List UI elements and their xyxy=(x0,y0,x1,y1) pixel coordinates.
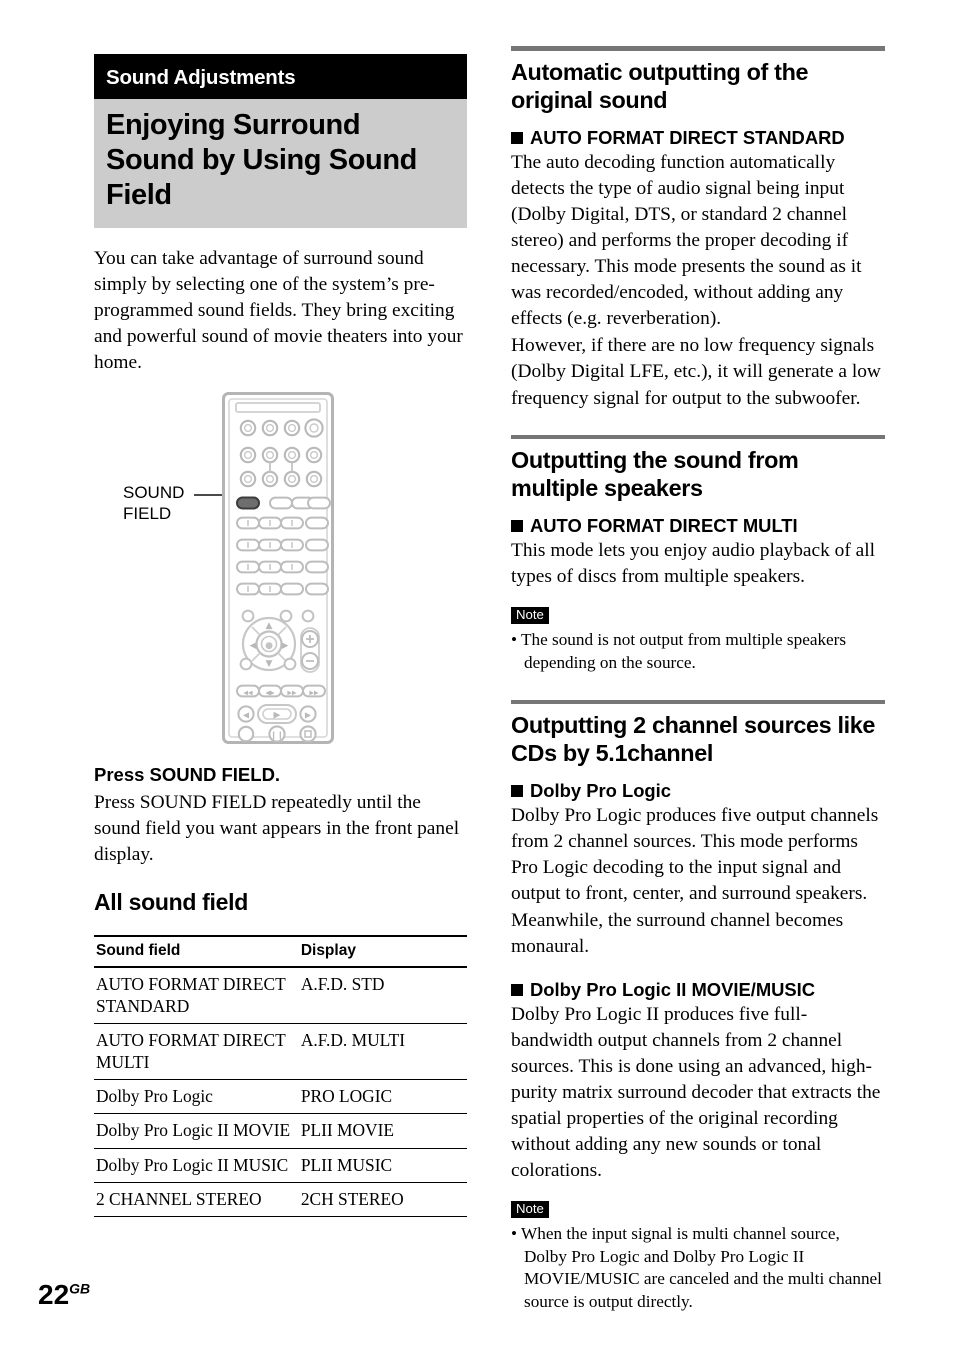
note-badge: Note xyxy=(511,606,549,625)
table-row: Dolby Pro Logic II MOVIE PLII MOVIE xyxy=(94,1113,467,1149)
cell-display: A.F.D. STD xyxy=(298,966,467,1025)
section-title: Automatic outputting of the original sou… xyxy=(511,58,809,113)
mode-heading-label: Dolby Pro Logic xyxy=(530,780,672,802)
press-sound-field-body: Press SOUND FIELD repeatedly until the s… xyxy=(94,792,460,866)
note-block: Note • The sound is not output from mult… xyxy=(511,606,885,674)
svg-text:◀: ◀ xyxy=(250,641,257,651)
remote-control-figure: SOUND FIELD ▲ ▼ ◀ ▶ ● ◀◀ ◀▶ ▶▶ ▶▶ ◀ ▶ ▶ … xyxy=(94,392,467,745)
section-rule xyxy=(511,434,885,440)
section-multiple-speakers: Outputting the sound from multiple speak… xyxy=(511,434,885,675)
column-header-sound-field: Sound field xyxy=(94,934,299,968)
chapter-title: Sound Adjustments xyxy=(106,66,296,89)
section-rule xyxy=(511,699,885,704)
sound-field-table: Sound field Display AUTO FORMAT DIRECT S… xyxy=(94,934,467,1217)
svg-text:◀◀: ◀◀ xyxy=(243,690,253,697)
mode-heading-secondary: Dolby Pro Logic II MOVIE/MUSIC xyxy=(511,979,885,1001)
bullet-square-icon xyxy=(511,983,523,996)
bullet-square-icon xyxy=(511,520,523,533)
note-item: • The sound is not output from multiple … xyxy=(511,630,847,672)
mode-heading: AUTO FORMAT DIRECT MULTI xyxy=(511,515,885,537)
table-header-row: Sound field Display xyxy=(94,934,467,968)
bullet-square-icon xyxy=(511,131,523,144)
bullet-square-icon xyxy=(511,785,523,798)
table-row: 2 CHANNEL STEREO 2CH STEREO xyxy=(94,1182,467,1217)
note-badge: Note xyxy=(511,1200,549,1219)
press-sound-field-heading: Press SOUND FIELD. xyxy=(94,764,281,786)
section-title: Outputting the sound from multiple speak… xyxy=(511,447,799,502)
section-paragraph: Dolby Pro Logic produces five output cha… xyxy=(511,805,879,957)
page-title: Enjoying Surround Sound by Using Sound F… xyxy=(106,108,417,212)
cell-sound-field: Dolby Pro Logic xyxy=(94,1079,299,1115)
column-header-display: Display xyxy=(298,934,467,968)
table-row: AUTO FORMAT DIRECT STANDARD A.F.D. STD xyxy=(94,966,467,1025)
svg-text:▲: ▲ xyxy=(266,621,273,631)
svg-text:◀: ◀ xyxy=(243,711,250,720)
section-paragraph: The auto decoding function automatically… xyxy=(511,151,862,330)
section-title: Outputting 2 channel sources like CDs by… xyxy=(511,712,876,767)
page-number: 22GB xyxy=(38,1281,90,1309)
callout-line-2: FIELD xyxy=(123,503,172,523)
cell-sound-field: Dolby Pro Logic II MOVIE xyxy=(94,1113,299,1149)
page-number-value: 22 xyxy=(38,1279,70,1310)
manual-page: Sound Adjustments Enjoying Surround Soun… xyxy=(0,0,954,1352)
svg-text:▶▶: ▶▶ xyxy=(309,690,319,697)
remote-control-illustration: ▲ ▼ ◀ ▶ ● ◀◀ ◀▶ ▶▶ ▶▶ ◀ ▶ ▶ ❙❙ xyxy=(222,392,334,745)
mode-heading-label: AUTO FORMAT DIRECT STANDARD xyxy=(530,126,845,148)
mode-heading: AUTO FORMAT DIRECT STANDARD xyxy=(511,127,885,149)
section-automatic-outputting: Automatic outputting of the original sou… xyxy=(511,46,885,412)
cell-display: PRO LOGIC xyxy=(298,1079,467,1115)
cell-display: PLII MOVIE xyxy=(298,1113,467,1149)
svg-text:▶: ▶ xyxy=(274,711,281,721)
chapter-banner: Sound Adjustments xyxy=(94,54,467,99)
intro-paragraph: You can take advantage of surround sound… xyxy=(94,247,463,373)
cell-sound-field: AUTO FORMAT DIRECT STANDARD xyxy=(94,966,299,1025)
mode-heading-label: AUTO FORMAT DIRECT MULTI xyxy=(530,515,798,537)
mode-heading: Dolby Pro Logic xyxy=(511,780,885,802)
table-row: Dolby Pro Logic PRO LOGIC xyxy=(94,1079,467,1115)
cell-display: PLII MUSIC xyxy=(298,1148,467,1183)
sound-field-callout-label: SOUND FIELD xyxy=(123,483,184,524)
all-sound-field-heading: All sound field xyxy=(94,889,248,916)
svg-text:▶: ▶ xyxy=(305,711,312,720)
cell-sound-field: 2 CHANNEL STEREO xyxy=(94,1182,299,1217)
svg-text:◀▶: ◀▶ xyxy=(265,690,275,697)
svg-text:❙❙: ❙❙ xyxy=(270,731,283,740)
callout-line-1: SOUND xyxy=(123,483,185,503)
cell-display: 2CH STEREO xyxy=(298,1182,467,1217)
note-block: Note • When the input signal is multi ch… xyxy=(511,1200,885,1313)
table-row: Dolby Pro Logic II MUSIC PLII MUSIC xyxy=(94,1148,467,1183)
cell-sound-field: AUTO FORMAT DIRECT MULTI xyxy=(94,1023,299,1081)
title-banner: Enjoying Surround Sound by Using Sound F… xyxy=(94,98,467,228)
cell-display: A.F.D. MULTI xyxy=(298,1023,467,1081)
mode-heading-label: Dolby Pro Logic II MOVIE/MUSIC xyxy=(530,978,816,1000)
section-paragraph: This mode lets you enjoy audio playback … xyxy=(511,540,876,588)
left-column: Sound Adjustments Enjoying Surround Soun… xyxy=(94,54,467,1217)
svg-text:▼: ▼ xyxy=(266,659,273,669)
page-region-suffix: GB xyxy=(69,1280,91,1297)
section-2channel-sources: Outputting 2 channel sources like CDs by… xyxy=(511,699,885,1314)
section-rule xyxy=(511,46,885,51)
note-item: • When the input signal is multi channel… xyxy=(511,1224,882,1311)
cell-sound-field: Dolby Pro Logic II MUSIC xyxy=(94,1148,299,1183)
sound-field-button xyxy=(236,496,331,510)
table-row: AUTO FORMAT DIRECT MULTI A.F.D. MULTI xyxy=(94,1023,467,1081)
section-paragraph: However, if there are no low frequency s… xyxy=(511,335,881,409)
right-column: Automatic outputting of the original sou… xyxy=(511,46,885,1314)
svg-text:▶▶: ▶▶ xyxy=(287,690,297,697)
svg-text:▶: ▶ xyxy=(282,641,289,651)
svg-text:●: ● xyxy=(265,641,273,651)
section-paragraph: Dolby Pro Logic II produces five full-ba… xyxy=(511,1003,881,1182)
